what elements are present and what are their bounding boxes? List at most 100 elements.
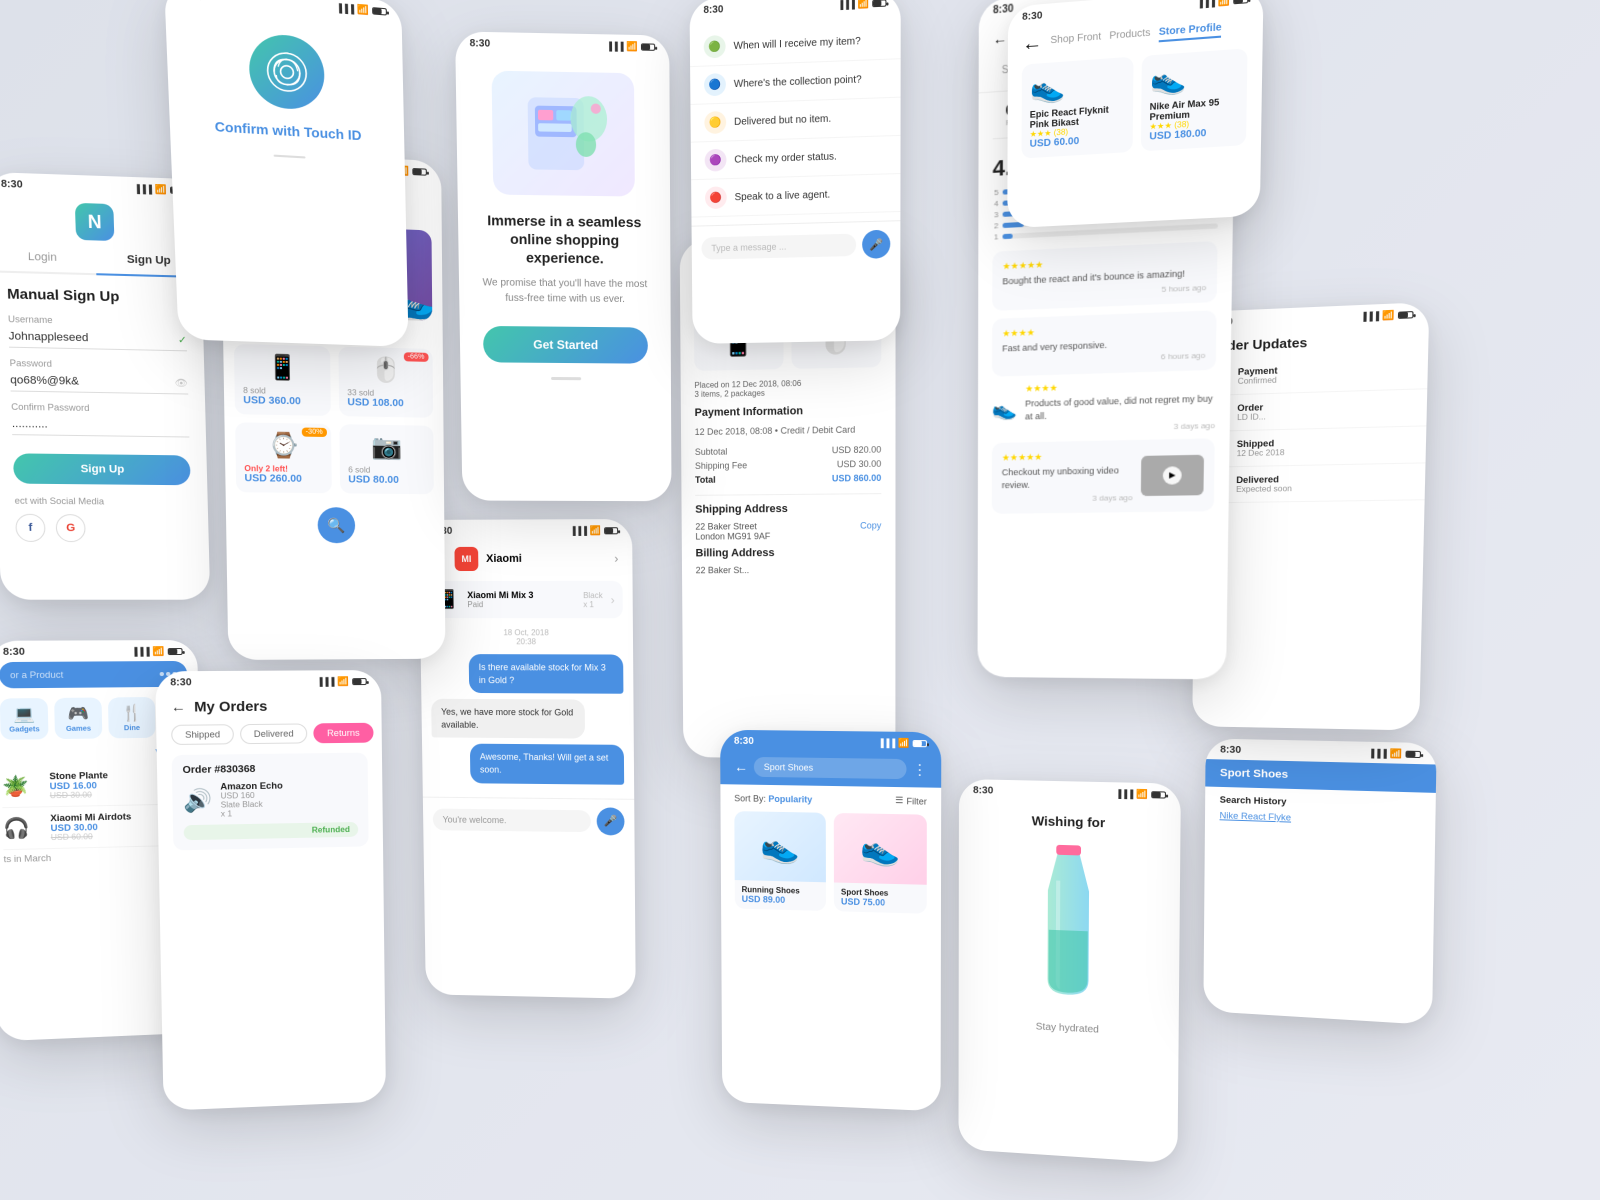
support-list: 🟢 When will I receive my item? 🔵 Where's… (690, 12, 901, 225)
shipping-value: USD 30.00 (837, 459, 881, 470)
chat2-product-sub: Paid (467, 600, 575, 609)
nike-back-button[interactable]: ← (1022, 32, 1042, 57)
social-label: ect with Social Media (14, 496, 191, 507)
product-card-2[interactable]: -30% ⌚ Only 2 left! USD 260.00 (235, 422, 332, 493)
bar-fill-1 (1003, 234, 1013, 240)
signal-wellness: ▐▐▐ (1115, 789, 1133, 798)
signal-support: ▐▐▐ (837, 0, 854, 10)
review-0: ★★★★★ Bought the react and it's bounce i… (992, 241, 1217, 311)
shoes-back-button[interactable]: ← (734, 759, 748, 775)
mic-button[interactable]: 🎤 (597, 807, 625, 835)
order-right-info-3: Delivered Expected soon (1236, 472, 1410, 494)
password-input[interactable]: qo68%@9k& 👁 (10, 370, 188, 394)
signup-button[interactable]: Sign Up (13, 453, 191, 485)
gadgets-icon: 💻 (13, 704, 35, 724)
product-card-3[interactable]: 📷 6 sold USD 80.00 (339, 424, 434, 494)
order-item-info: Amazon Echo USD 160 Slate Black x 1 (220, 779, 358, 818)
google-button[interactable]: G (55, 514, 85, 542)
cat-gadgets[interactable]: 💻 Gadgets (0, 698, 49, 740)
signal-home: ▐▐▐ (131, 647, 149, 656)
home-product-old-0: USD 30.00 (50, 790, 109, 800)
facebook-button[interactable]: f (15, 514, 46, 542)
order-right-item-1[interactable]: 🏠 Order LD ID... (1196, 389, 1428, 432)
battery-shoes (913, 740, 927, 747)
battery-chat2 (604, 527, 618, 534)
nike-tab-shop[interactable]: Shop Front (1050, 31, 1101, 50)
my-orders-back-button[interactable]: ← (171, 698, 186, 714)
time-support: 8:30 (703, 4, 723, 16)
status-bar-myorders: 8:30 ▐▐▐ 📶 (155, 670, 381, 693)
fingerprint-button[interactable] (248, 32, 325, 111)
copy-button[interactable]: Copy (860, 520, 881, 530)
review-video-thumbnail[interactable]: ▶ (1141, 455, 1204, 496)
confirm-input[interactable]: ........... (11, 414, 189, 438)
support-item-3[interactable]: 🟣 Check my order status. (691, 136, 901, 180)
nike-tab-products[interactable]: Products (1109, 27, 1150, 46)
payment-date: 12 Dec 2018, 08:08 • Credit / Debit Card (695, 425, 856, 437)
get-started-button[interactable]: Get Started (483, 325, 649, 363)
order-right-title: Order Updates (1211, 331, 1413, 354)
touch-label: Confirm with Touch ID (214, 119, 361, 144)
app-icon: N (75, 203, 115, 241)
nike-product-0[interactable]: 👟 Epic React Flyknit Pink Bikast ★★★ (38… (1022, 57, 1134, 159)
tab-login[interactable]: Login (0, 241, 96, 273)
address-line2: London MG91 9AF (695, 531, 770, 541)
tab-returns[interactable]: Returns (313, 723, 373, 744)
product-card-0[interactable]: 📱 8 sold USD 360.00 (234, 344, 331, 416)
billing-line1: 22 Baker St... (696, 565, 882, 575)
play-button[interactable]: ▶ (1163, 466, 1182, 484)
check-icon: ✓ (178, 335, 187, 346)
support-input[interactable]: Type a message ... (701, 234, 856, 260)
support-text-2: Delivered but no item. (734, 113, 831, 128)
shoes-search-placeholder: Sport Shoes (764, 762, 813, 773)
order-right-item-3[interactable]: ✅ Delivered Expected soon (1195, 463, 1426, 503)
message-input[interactable]: You're welcome. (433, 808, 591, 832)
search-history-item-0[interactable]: Nike React Flyke (1220, 810, 1420, 826)
filter-label: Filter (906, 796, 926, 806)
search-row: 🔍 (226, 500, 445, 550)
shipping-address-title: Shipping Address (682, 502, 896, 522)
status-bar-shoes: 8:30 ▐▐▐ 📶 (720, 730, 941, 754)
shoe-card-1[interactable]: 👟 Sport Shoes USD 75.00 (834, 813, 927, 914)
chat2-order-card[interactable]: 📱 Xiaomi Mi Mix 3 Paid Black x 1 › (429, 581, 622, 618)
subtotal-value: USD 820.00 (832, 444, 881, 455)
chat2-brand-name: Xiaomi (486, 553, 522, 565)
nike-tab-profile[interactable]: Store Profile (1159, 22, 1222, 42)
search-button[interactable]: 🔍 (317, 507, 355, 543)
signal-shoes-right: ▐▐▐ (1368, 749, 1387, 758)
scene: 8:30 ▐▐▐ 📶 N Login Sign Up Manual Sign U… (0, 0, 1600, 1200)
fingerprint-svg (265, 49, 309, 94)
order-item-img: 🔊 (183, 787, 212, 814)
payment-date-row: 12 Dec 2018, 08:08 • Credit / Debit Card (681, 422, 896, 439)
total-label: Total (695, 475, 716, 485)
tab-shipped[interactable]: Shipped (171, 724, 234, 745)
chat2-arrow-icon: › (614, 552, 618, 566)
cat-games[interactable]: 🎮 Games (54, 698, 102, 740)
phone-wellness: 8:30 ▐▐▐ 📶 Wishing for (958, 779, 1180, 1164)
battery-wellness (1151, 791, 1166, 798)
support-mic-button[interactable]: 🎤 (862, 230, 890, 259)
support-item-4[interactable]: 🔴 Speak to a live agent. (691, 174, 900, 218)
shoes-filter-button[interactable]: ☰ Filter (895, 795, 927, 807)
battery-nike (1233, 0, 1248, 4)
tab-delivered[interactable]: Delivered (240, 723, 307, 744)
wifi-order-right: 📶 (1382, 310, 1395, 322)
product-price-1: USD 108.00 (347, 397, 425, 410)
signup-title: Manual Sign Up (7, 285, 186, 306)
shoe-card-0[interactable]: 👟 Running Shoes USD 89.00 (734, 811, 826, 911)
order-right-item-2[interactable]: 📦 Shipped 12 Dec 2018 (1195, 426, 1426, 468)
home-product-name-0: Stone Plante (49, 770, 108, 781)
shoes-menu-icon[interactable]: ⋮ (913, 761, 927, 778)
shipping-address: 22 Baker Street London MG91 9AF Copy (682, 520, 896, 541)
review-time-3: 3 days ago (1002, 493, 1133, 504)
username-input[interactable]: Johnappleseed ✓ (8, 326, 187, 351)
nike-product-1[interactable]: 👟 Nike Air Max 95 Premium ★★★ (38) USD 1… (1141, 48, 1248, 151)
shoes-search-bar[interactable]: Sport Shoes (754, 757, 907, 779)
cat-dine[interactable]: 🍴 Dine (108, 697, 156, 738)
touch-divider (274, 155, 306, 159)
product-card-1[interactable]: -66% 🖱️ 33 sold USD 108.00 (338, 347, 433, 418)
shoes-sort-value: Popularity (768, 793, 812, 804)
signal-nike: ▐▐▐ (1197, 0, 1215, 8)
shoes-product-grid: 👟 Running Shoes USD 89.00 👟 Sport Shoes … (721, 811, 942, 924)
store-back-button[interactable]: ← (993, 30, 1007, 48)
